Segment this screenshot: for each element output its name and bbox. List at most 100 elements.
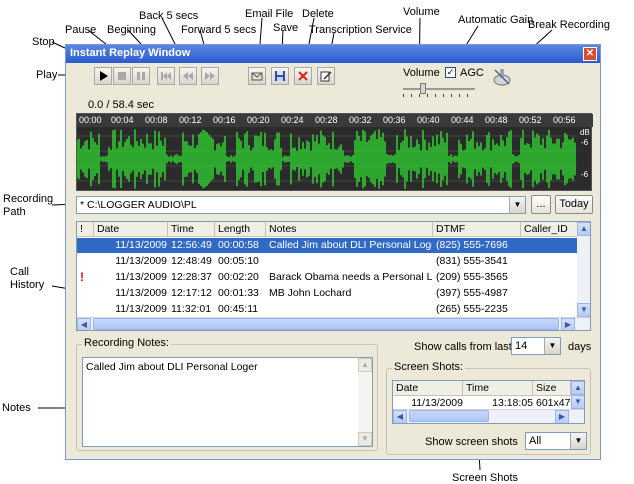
timeline-label: 00:20 <box>247 115 270 125</box>
priority-flag: ! <box>80 270 84 284</box>
screen-shots-dropdown-button[interactable]: ▼ <box>570 433 586 449</box>
path-dropdown-button[interactable]: ▼ <box>509 197 525 213</box>
db-tick: -6 <box>581 138 589 147</box>
callout-pause: Pause <box>65 24 97 36</box>
column-header-date[interactable]: Date <box>94 222 168 237</box>
scroll-up-button[interactable]: ▲ <box>358 358 372 372</box>
call-history-table[interactable]: ! Date Time Length Notes DTMF Caller_ID … <box>76 221 591 331</box>
hscroll-thumb[interactable] <box>409 410 489 422</box>
column-header-length[interactable]: Length <box>215 222 266 237</box>
break-recording-button[interactable] <box>491 66 513 88</box>
screen-shots-vscroll[interactable]: ▲ ▼ <box>571 381 584 409</box>
forward-5-secs-button[interactable] <box>201 67 219 85</box>
column-header-caller-id[interactable]: Caller_ID <box>521 222 578 237</box>
table-row[interactable]: 11/13/2009 11:32:01 00:45:11 (265) 555-2235 <box>77 302 577 317</box>
column-header-notes[interactable]: Notes <box>266 222 433 237</box>
volume-slider[interactable] <box>403 83 475 97</box>
column-header-size[interactable]: Size <box>533 381 571 396</box>
days-combo[interactable]: 14 ▼ <box>511 337 561 355</box>
scroll-right-button[interactable]: ▶ <box>555 410 569 423</box>
screen-shots-table[interactable]: Date Time Size 11/13/200913:18:05601x470… <box>392 380 585 424</box>
days-dropdown-button[interactable]: ▼ <box>544 338 560 354</box>
column-header-flag[interactable]: ! <box>77 222 94 237</box>
days-label: days <box>568 341 592 353</box>
rewind-icon <box>183 72 193 80</box>
table-row[interactable]: 11/13/2009 12:56:49 00:00:58 Called Jim abo… <box>77 238 577 253</box>
recording-notes-text: Called Jim about DLI Personal Loger <box>86 361 258 373</box>
scroll-down-button[interactable]: ▼ <box>577 303 590 317</box>
table-cell-notes: MB John Lochard <box>269 287 352 299</box>
table-cell-caller <box>524 254 577 269</box>
screen-shots-group: Screen Shots: Date Time Size 11/13/2009 1… <box>386 361 591 455</box>
table-cell-dtmf: (825) 555-7696 <box>436 239 508 251</box>
scroll-down-button[interactable]: ▼ <box>358 432 372 446</box>
waveform <box>77 129 577 189</box>
table-cell-caller <box>524 286 577 301</box>
column-header-time[interactable]: Time <box>463 381 533 396</box>
timeline-label: 00:28 <box>315 115 338 125</box>
table-cell-dtmf: (265) 555-2235 <box>436 303 508 315</box>
screen-shots-filter-combo[interactable]: All ▼ <box>525 432 587 450</box>
close-button[interactable]: ✕ <box>583 47 597 61</box>
timeline-label: 00:32 <box>349 115 372 125</box>
agc-checkbox[interactable]: ✓ <box>445 67 456 78</box>
today-button[interactable]: Today <box>555 195 593 214</box>
table-cell-date: 11/13/2009 <box>115 239 167 251</box>
days-value: 14 <box>515 340 528 352</box>
hscroll-thumb[interactable] <box>93 318 559 330</box>
table-row[interactable]: 11/13/2009 12:17:12 00:01:33 MB John Lochar… <box>77 286 577 301</box>
table-cell-dtmf: (209) 555-3565 <box>436 271 508 283</box>
scroll-right-button[interactable]: ▶ <box>561 318 575 330</box>
volume-slider-thumb[interactable] <box>420 83 426 94</box>
save-icon <box>275 71 285 81</box>
fast-forward-icon <box>205 72 215 80</box>
call-history-hscroll[interactable]: ◀ ▶ <box>77 317 590 330</box>
recording-notes-group: Recording Notes: Called Jim about DLI Pe… <box>76 337 378 451</box>
column-header-dtmf[interactable]: DTMF <box>433 222 521 237</box>
table-cell-caller <box>524 302 577 317</box>
callout-notes: Notes <box>2 402 31 414</box>
scroll-left-button[interactable]: ◀ <box>77 318 91 330</box>
save-button[interactable] <box>271 67 289 85</box>
recording-notes-textarea[interactable]: Called Jim about DLI Personal Loger ▲ ▼ <box>82 357 373 447</box>
beginning-button[interactable] <box>157 67 175 85</box>
timeline-label: 00:40 <box>417 115 440 125</box>
notes-vscroll[interactable]: ▲ ▼ <box>358 358 372 446</box>
stop-button[interactable] <box>113 67 131 85</box>
call-history-vscroll[interactable]: ▲ ▼ <box>577 222 590 317</box>
title-bar[interactable]: Instant Replay Window ✕ <box>66 45 600 63</box>
scroll-left-button[interactable]: ◀ <box>393 410 407 423</box>
show-calls-label: Show calls from last <box>414 341 512 353</box>
scroll-up-button[interactable]: ▲ <box>571 381 584 395</box>
db-label: dB <box>580 128 590 137</box>
table-cell-time: 12:56:49 <box>171 239 212 251</box>
email-file-button[interactable] <box>248 67 266 85</box>
table-cell-caller <box>524 238 577 253</box>
timeline-ruler: 00:00 00:04 00:08 00:12 00:16 00:20 00:2… <box>77 114 593 127</box>
recording-path-combo[interactable]: * C:\LOGGER AUDIO\PL ▼ <box>76 196 526 214</box>
timeline-label: 00:00 <box>79 115 102 125</box>
waveform-display[interactable]: 00:00 00:04 00:08 00:12 00:16 00:20 00:2… <box>76 113 593 191</box>
priority-flag <box>80 238 93 253</box>
table-cell-date: 11/13/2009 <box>115 255 167 267</box>
table-row[interactable]: ! 11/13/2009 12:28:37 00:02:20 Barack Obama … <box>77 270 577 285</box>
table-cell-length: 00:05:10 <box>218 255 259 267</box>
timeline-label: 00:56 <box>553 115 576 125</box>
edit-note-icon <box>320 71 332 82</box>
back-5-secs-button[interactable] <box>179 67 197 85</box>
instant-replay-window: Instant Replay Window ✕ Volume ✓ AGC 0.0… <box>65 44 601 460</box>
column-header-time[interactable]: Time <box>168 222 215 237</box>
play-button[interactable] <box>94 67 112 85</box>
pause-button[interactable] <box>132 67 150 85</box>
table-cell-time: 12:17:12 <box>171 287 212 299</box>
scroll-up-button[interactable]: ▲ <box>577 222 590 236</box>
scroll-down-button[interactable]: ▼ <box>571 395 584 409</box>
table-row[interactable]: 11/13/2009 12:48:49 00:05:10 (831) 555-3541 <box>77 254 577 269</box>
callout-break-recording: Break Recording <box>528 19 610 31</box>
delete-button[interactable] <box>294 67 312 85</box>
pause-icon <box>137 72 145 80</box>
transcription-service-button[interactable] <box>317 67 335 85</box>
column-header-date[interactable]: Date <box>393 381 463 396</box>
browse-button[interactable]: ... <box>531 195 551 214</box>
screen-shots-hscroll[interactable]: ◀ ▶ <box>393 409 584 423</box>
